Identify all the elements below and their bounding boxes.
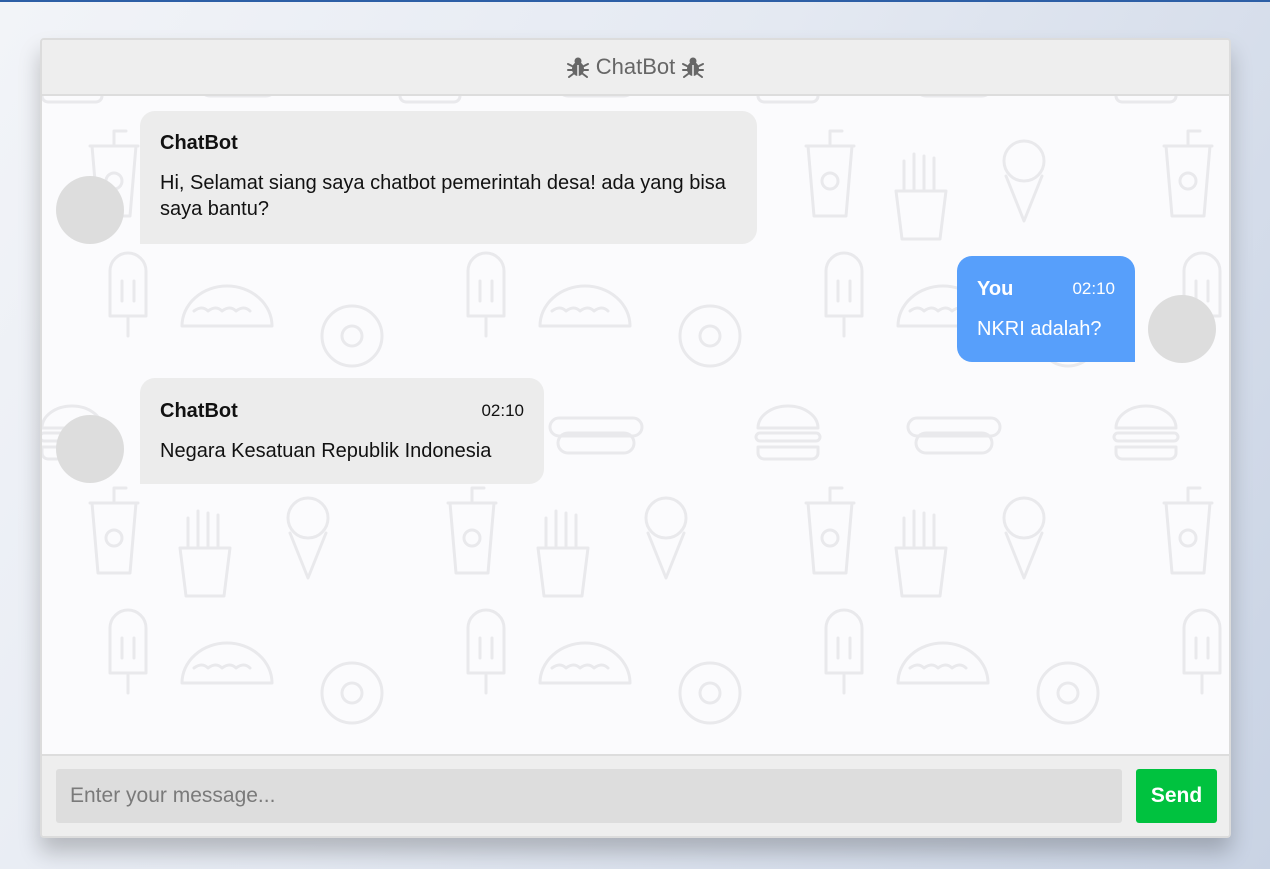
chat-messages[interactable]: ChatBot Hi, Selamat siang saya chatbot p…	[42, 96, 1229, 754]
message-bubble: You 02:10 NKRI adalah?	[957, 256, 1135, 362]
bug-icon	[566, 57, 589, 78]
message-bubble: ChatBot 02:10 Negara Kesatuan Republik I…	[140, 378, 544, 484]
chat-window: ChatBot ChatBot Hi, Selamat siang saya c…	[40, 38, 1231, 838]
message-info: You 02:10	[977, 277, 1115, 301]
bot-avatar	[56, 415, 124, 483]
message-info: ChatBot	[160, 131, 737, 155]
message-sender: ChatBot	[160, 131, 238, 154]
message-sender: You	[977, 277, 1014, 300]
message-bubble: ChatBot Hi, Selamat siang saya chatbot p…	[140, 111, 757, 244]
message-input[interactable]	[56, 769, 1122, 823]
chat-title: ChatBot	[595, 54, 676, 79]
message-input-area: Send	[42, 754, 1229, 836]
chat-header: ChatBot	[42, 40, 1229, 96]
message-time: 02:10	[1072, 279, 1115, 298]
message-text: Hi, Selamat siang saya chatbot pemerinta…	[160, 172, 726, 220]
bot-avatar	[56, 176, 124, 244]
user-avatar	[1148, 295, 1216, 363]
message-info: ChatBot 02:10	[160, 399, 524, 423]
bug-icon	[682, 57, 705, 78]
message-text: NKRI adalah?	[977, 318, 1102, 340]
message-sender: ChatBot	[160, 399, 238, 422]
message-time: 02:10	[481, 401, 524, 420]
send-button[interactable]: Send	[1136, 769, 1217, 823]
message-text: Negara Kesatuan Republik Indonesia	[160, 440, 492, 462]
message-bot: ChatBot 02:10 Negara Kesatuan Republik I…	[42, 376, 1229, 536]
message-bot: ChatBot Hi, Selamat siang saya chatbot p…	[42, 96, 1229, 276]
